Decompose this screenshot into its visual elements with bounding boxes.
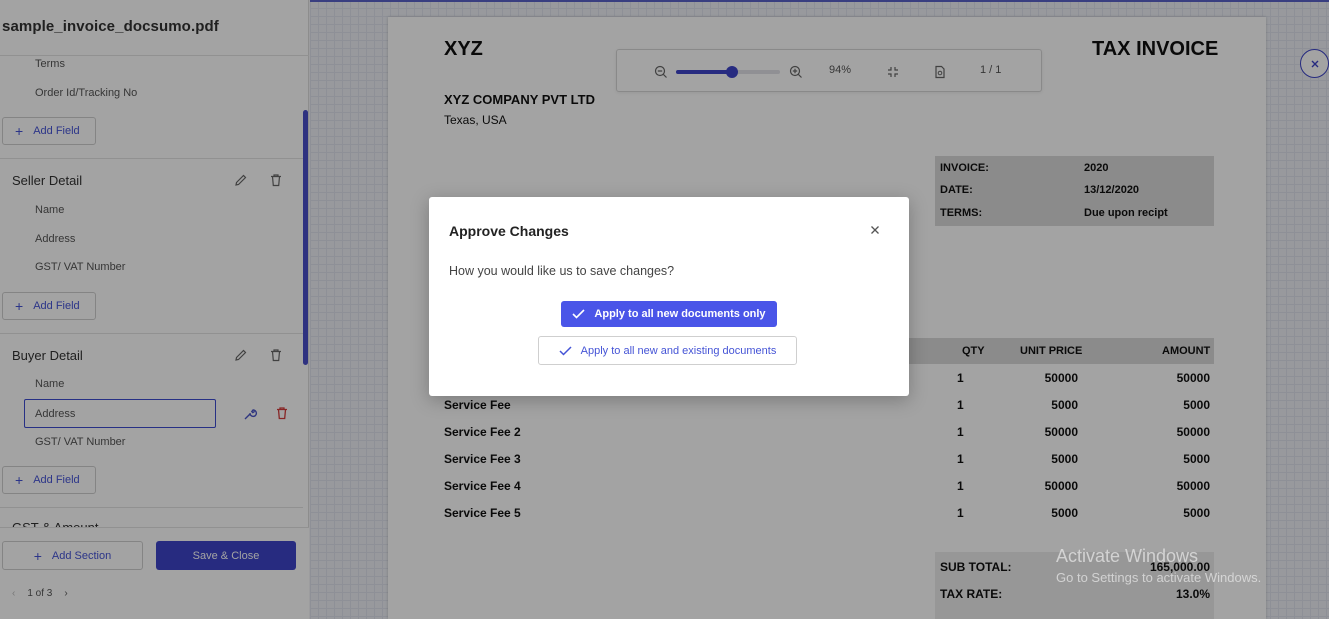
activate-windows-subtitle: Go to Settings to activate Windows. (1056, 570, 1262, 585)
modal-question: How you would like us to save changes? (449, 264, 675, 278)
activate-windows-title: Activate Windows (1056, 546, 1199, 566)
check-icon (559, 345, 572, 356)
apply-new-only-button[interactable]: Apply to all new documents only (561, 301, 777, 327)
modal-title: Approve Changes (449, 223, 569, 239)
approve-changes-modal: Approve Changes How you would like us to… (429, 197, 909, 396)
modal-close-button[interactable] (867, 222, 883, 238)
apply-all-label: Apply to all new and existing documents (580, 344, 777, 357)
check-icon (572, 309, 585, 319)
apply-new-only-label: Apply to all new documents only (594, 308, 766, 320)
close-icon (871, 226, 879, 234)
apply-all-button[interactable]: Apply to all new and existing documents (538, 336, 797, 365)
